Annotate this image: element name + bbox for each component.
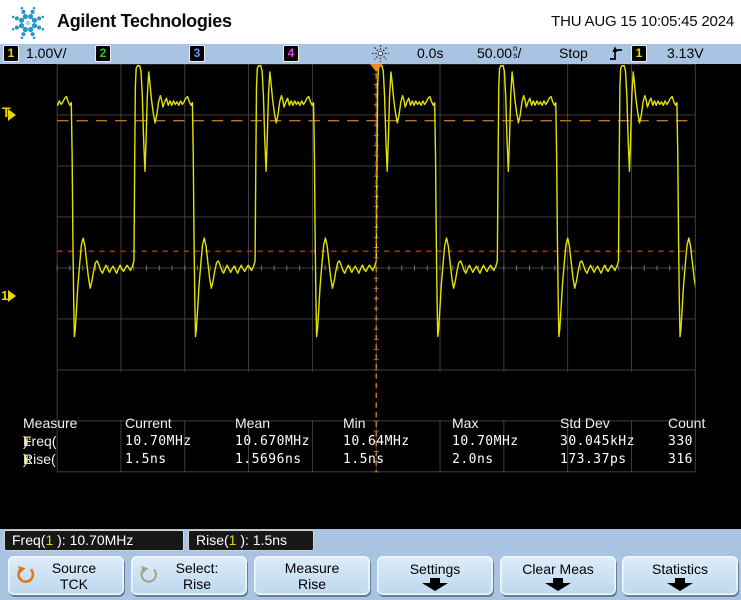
status-bar: 1 1.00V/ 2 3 4 0.0s 50.00 n s / Stop 1 3… (0, 44, 741, 64)
channel-1-scale: 1.00V/ (26, 45, 66, 61)
channel-3-button[interactable]: 3 (189, 45, 205, 62)
datetime-readout: THU AUG 15 10:05:45 2024 (551, 13, 734, 30)
softkey-clear-meas[interactable]: Clear Meas (500, 556, 616, 595)
channel1-ground-arrow-icon (8, 290, 16, 302)
softkey-statistics[interactable]: Statistics (622, 556, 738, 595)
softkey-label: Clear Meas (522, 561, 594, 577)
acquisition-starburst-icon (371, 44, 390, 63)
arrow-down-icon (543, 578, 573, 591)
rotary-knob-icon (16, 565, 36, 585)
trigger-source-badge[interactable]: 1 (631, 45, 647, 62)
trigger-level-readout: 3.13V (667, 45, 704, 61)
softkey-label: Settings (410, 561, 461, 577)
softkey-bar: Freq(1 ): 10.70MHz Rise(1 ): 1.5ns Sourc… (0, 529, 741, 600)
brand-title: Agilent Technologies (57, 11, 232, 32)
softkey-label: Statistics (652, 561, 708, 577)
timebase-readout: 50.00 n s / (477, 45, 521, 61)
result-tab-rise[interactable]: Rise(1 ): 1.5ns (188, 530, 314, 551)
rotary-knob-icon (139, 565, 159, 585)
channel-1-button[interactable]: 1 (3, 45, 19, 62)
arrow-down-icon (665, 578, 695, 591)
softkey-select[interactable]: Select:Rise (131, 556, 247, 595)
arrow-down-icon (420, 578, 450, 591)
result-tab-freq[interactable]: Freq(1 ): 10.70MHz (4, 530, 184, 551)
softkey-label: MeasureRise (285, 560, 339, 592)
channel-2-button[interactable]: 2 (95, 45, 111, 62)
trigger-level-arrow-icon (8, 109, 16, 121)
scope-display: T 1 Measure Current Mean Min Max Std Dev… (0, 64, 741, 529)
waveform-plot (0, 64, 741, 529)
channel-4-button[interactable]: 4 (283, 45, 299, 62)
softkey-measure[interactable]: MeasureRise (254, 556, 370, 595)
delay-readout: 0.0s (417, 45, 443, 61)
acquisition-status: Stop (559, 45, 588, 61)
softkey-label: SourceTCK (52, 560, 96, 592)
edge-trigger-icon (609, 46, 625, 62)
softkey-label: Select:Rise (176, 560, 219, 592)
title-bar: Agilent Technologies THU AUG 15 10:05:45… (0, 0, 741, 44)
softkey-settings[interactable]: Settings (377, 556, 493, 595)
softkey-source[interactable]: SourceTCK (8, 556, 124, 595)
agilent-logo-icon (7, 2, 49, 44)
